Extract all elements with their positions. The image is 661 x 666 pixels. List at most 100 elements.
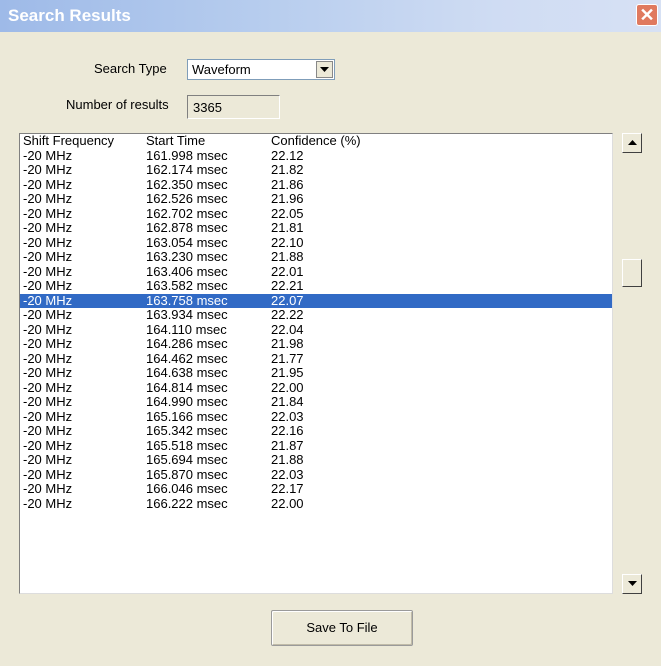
window-title: Search Results <box>8 6 131 25</box>
confidence-cell: 22.04 <box>271 321 304 337</box>
table-row[interactable]: -20 MHz 161.998 msec 22.12 <box>20 147 612 164</box>
arrow-up-icon <box>628 140 637 145</box>
header-confidence: Confidence (%) <box>271 133 361 148</box>
start-time-cell: 166.222 msec <box>146 495 228 511</box>
start-time-cell: 164.814 msec <box>146 379 228 395</box>
shift-frequency-cell: -20 MHz <box>23 220 73 235</box>
start-time-cell: 162.174 msec <box>146 162 228 177</box>
shift-frequency-cell: -20 MHz <box>23 495 73 511</box>
table-row[interactable]: -20 MHz 164.814 msec 22.00 <box>20 379 612 396</box>
table-row[interactable]: -20 MHz 166.222 msec 22.00 <box>20 495 612 512</box>
table-row[interactable]: -20 MHz 162.350 msec 21.86 <box>20 176 612 193</box>
start-time-cell: 162.350 msec <box>146 176 228 192</box>
shift-frequency-cell: -20 MHz <box>23 350 73 366</box>
vertical-scrollbar[interactable] <box>622 133 642 594</box>
shift-frequency-cell: -20 MHz <box>23 249 73 264</box>
table-row[interactable]: -20 MHz 163.758 msec 22.07 <box>20 292 612 308</box>
start-time-cell: 164.990 msec <box>146 394 228 409</box>
shift-frequency-cell: -20 MHz <box>23 307 73 322</box>
shift-frequency-cell: -20 MHz <box>23 452 73 467</box>
table-row[interactable]: -20 MHz 164.110 msec 22.04 <box>20 321 612 338</box>
confidence-cell: 22.21 <box>271 278 304 293</box>
results-count-value: 3365 <box>193 100 222 115</box>
shift-frequency-cell: -20 MHz <box>23 191 73 206</box>
confidence-cell: 22.03 <box>271 408 304 424</box>
table-row[interactable]: -20 MHz 164.638 msec 21.95 <box>20 365 612 381</box>
table-row[interactable]: -20 MHz 166.046 msec 22.17 <box>20 481 612 497</box>
start-time-cell: 163.054 msec <box>146 234 228 250</box>
start-time-cell: 164.110 msec <box>146 321 227 337</box>
table-row[interactable]: -20 MHz 163.406 msec 22.01 <box>20 263 612 280</box>
confidence-cell: 22.01 <box>271 263 304 279</box>
results-count-field: 3365 <box>187 95 280 119</box>
start-time-cell: 163.230 msec <box>146 249 228 264</box>
confidence-cell: 21.96 <box>271 191 304 206</box>
table-row[interactable]: -20 MHz 163.934 msec 22.22 <box>20 307 612 323</box>
chevron-down-icon <box>320 67 329 72</box>
table-row[interactable]: -20 MHz 162.526 msec 21.96 <box>20 191 612 207</box>
shift-frequency-cell: -20 MHz <box>23 234 73 250</box>
table-row[interactable]: -20 MHz 164.462 msec 21.77 <box>20 350 612 367</box>
shift-frequency-cell: -20 MHz <box>23 162 73 177</box>
table-row[interactable]: -20 MHz 163.054 msec 22.10 <box>20 234 612 251</box>
search-results-dialog: Search Results ✕ Search Type Waveform Nu… <box>0 0 661 666</box>
table-row[interactable]: -20 MHz 165.518 msec 21.87 <box>20 437 612 454</box>
save-to-file-button[interactable]: Save To File <box>271 610 413 646</box>
shift-frequency-cell: -20 MHz <box>23 408 73 424</box>
table-row[interactable]: -20 MHz 165.694 msec 21.88 <box>20 452 612 468</box>
table-row[interactable]: -20 MHz 163.230 msec 21.88 <box>20 249 612 265</box>
list-rows: -20 MHz 161.998 msec 22.12 -20 MHz 162.174 m… <box>20 147 612 512</box>
confidence-cell: 22.16 <box>271 423 304 438</box>
confidence-cell: 21.77 <box>271 350 304 366</box>
header-shift-frequency: Shift Frequency <box>23 133 115 148</box>
confidence-cell: 22.12 <box>271 147 304 163</box>
confidence-cell: 22.05 <box>271 205 304 221</box>
confidence-cell: 21.84 <box>271 394 304 409</box>
confidence-cell: 22.03 <box>271 466 304 482</box>
table-row[interactable]: -20 MHz 164.286 msec 21.98 <box>20 336 612 352</box>
search-type-dropdown[interactable]: Waveform <box>187 59 335 80</box>
confidence-cell: 21.82 <box>271 162 304 177</box>
confidence-cell: 21.88 <box>271 249 304 264</box>
table-row[interactable]: -20 MHz 162.878 msec 21.81 <box>20 220 612 236</box>
shift-frequency-cell: -20 MHz <box>23 437 73 453</box>
table-row[interactable]: -20 MHz 162.702 msec 22.05 <box>20 205 612 222</box>
shift-frequency-cell: -20 MHz <box>23 481 73 496</box>
start-time-cell: 165.342 msec <box>146 423 228 438</box>
shift-frequency-cell: -20 MHz <box>23 365 73 380</box>
header-start-time: Start Time <box>146 133 206 148</box>
shift-frequency-cell: -20 MHz <box>23 263 73 279</box>
start-time-cell: 166.046 msec <box>146 481 228 496</box>
confidence-cell: 22.00 <box>271 379 304 395</box>
table-row[interactable]: -20 MHz 162.174 msec 21.82 <box>20 162 612 178</box>
title-bar[interactable]: Search Results ✕ <box>0 0 661 32</box>
results-list[interactable]: Shift Frequency Start Time Confidence (%… <box>19 133 613 594</box>
scroll-up-button[interactable] <box>622 133 642 153</box>
table-row[interactable]: -20 MHz 165.870 msec 22.03 <box>20 466 612 483</box>
table-row[interactable]: -20 MHz 164.990 msec 21.84 <box>20 394 612 410</box>
confidence-cell: 22.07 <box>271 292 304 308</box>
start-time-cell: 163.758 msec <box>146 292 228 308</box>
shift-frequency-cell: -20 MHz <box>23 321 73 337</box>
shift-frequency-cell: -20 MHz <box>23 336 73 351</box>
results-count-label: Number of results <box>66 97 169 112</box>
close-button[interactable]: ✕ <box>636 4 658 26</box>
table-row[interactable]: -20 MHz 165.166 msec 22.03 <box>20 408 612 425</box>
start-time-cell: 165.870 msec <box>146 466 228 482</box>
start-time-cell: 161.998 msec <box>146 147 228 163</box>
table-row[interactable]: -20 MHz 163.582 msec 22.21 <box>20 278 612 294</box>
start-time-cell: 165.518 msec <box>146 437 228 453</box>
start-time-cell: 165.166 msec <box>146 408 228 424</box>
confidence-cell: 21.98 <box>271 336 304 351</box>
search-type-label: Search Type <box>94 61 167 76</box>
search-type-value: Waveform <box>192 62 251 77</box>
confidence-cell: 22.00 <box>271 495 304 511</box>
scrollbar-thumb[interactable] <box>622 259 642 287</box>
table-row[interactable]: -20 MHz 165.342 msec 22.16 <box>20 423 612 439</box>
dropdown-arrow-button[interactable] <box>316 61 333 78</box>
confidence-cell: 21.88 <box>271 452 304 467</box>
arrow-down-icon <box>628 581 637 586</box>
confidence-cell: 22.10 <box>271 234 304 250</box>
shift-frequency-cell: -20 MHz <box>23 292 73 308</box>
scroll-down-button[interactable] <box>622 574 642 594</box>
